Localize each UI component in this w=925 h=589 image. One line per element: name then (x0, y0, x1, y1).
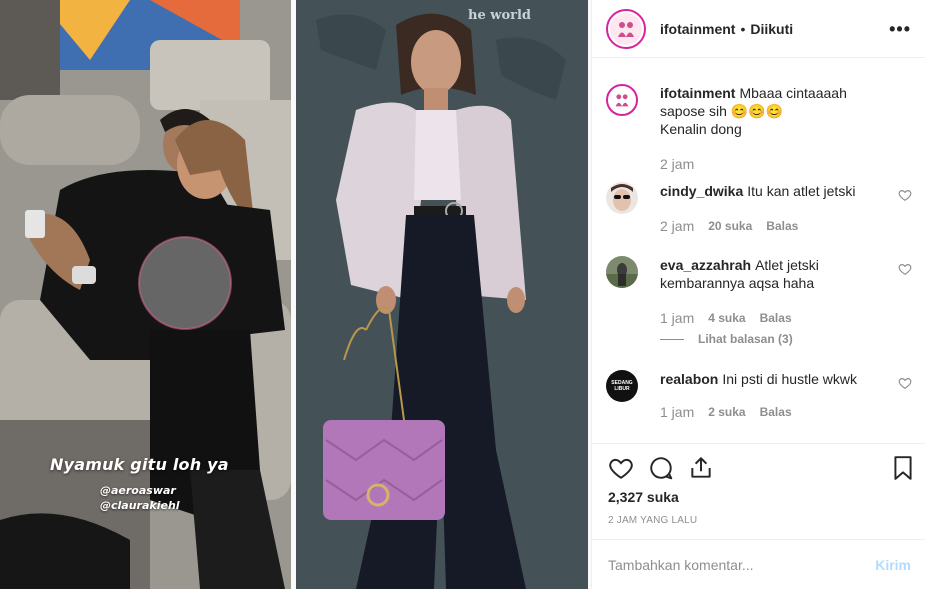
post-header: ifotainment • Diikuti ••• (592, 0, 925, 58)
like-comment-heart-icon[interactable] (898, 262, 912, 276)
reply-button[interactable]: Balas (760, 311, 792, 325)
like-comment-heart-icon[interactable] (898, 376, 912, 390)
comment-time[interactable]: 2 jam (660, 218, 694, 234)
commenter-photo (606, 182, 638, 214)
comment-body: cindy_dwika Itu kan atlet jetski (660, 182, 885, 200)
view-replies-label: Lihat balasan (3) (698, 332, 793, 346)
post-side-panel: ifotainment • Diikuti ••• ifotainment Mba… (592, 0, 925, 589)
comment-bubble-icon[interactable] (648, 455, 674, 481)
story-tag-aeroaswar: @aeroaswar (100, 484, 176, 497)
replies-divider-line (660, 338, 684, 340)
comments-list[interactable]: ifotainment Mbaaa cintaaaah sapose sih 😊😊… (592, 70, 925, 440)
header-separator: • (740, 20, 746, 37)
mural-text: he world (468, 8, 531, 23)
like-comment-heart-icon[interactable] (898, 188, 912, 202)
commenter-avatar-text: SEDANG LIBUR (611, 380, 633, 392)
story-caption: Nyamuk gitu loh ya (50, 455, 229, 474)
woman-portrait-photo (296, 0, 588, 589)
caption-text-line2: Kenalin dong (660, 121, 742, 137)
photo-left-story: Nyamuk gitu loh ya @aeroaswar @claurakie… (0, 0, 291, 589)
likes-count[interactable]: 2,327 suka (608, 489, 679, 505)
reply-button[interactable]: Balas (766, 219, 798, 233)
actions-divider (592, 443, 925, 444)
comment-body: eva_azzahrah Atlet jetski kembarannya aqs… (660, 256, 885, 292)
author-username[interactable]: ifotainment (660, 21, 735, 37)
reply-button[interactable]: Balas (760, 405, 792, 419)
comment-meta: 1 jam 2 suka Balas (660, 404, 806, 420)
comment-time[interactable]: 1 jam (660, 310, 694, 326)
comment-meta: 2 jam 20 suka Balas (660, 218, 812, 234)
post-comment-button[interactable]: Kirim (875, 557, 911, 573)
photo-right-portrait (296, 0, 588, 589)
comment-username[interactable]: eva_azzahrah (660, 257, 751, 273)
share-icon[interactable] (688, 455, 714, 481)
girls-logo-icon (615, 94, 629, 107)
caption-time[interactable]: 2 jam (660, 156, 694, 172)
caption-body: ifotainment Mbaaa cintaaaah sapose sih 😊😊… (660, 84, 885, 138)
comment-likes[interactable]: 4 suka (708, 311, 745, 325)
comment-meta: 1 jam 4 suka Balas (660, 310, 806, 326)
commenter-avatar[interactable] (606, 182, 638, 214)
comment-body: realabon Ini psti di hustle wkwk (660, 370, 885, 388)
commenter-avatar[interactable]: SEDANG LIBUR (606, 370, 638, 402)
comment-username[interactable]: realabon (660, 371, 718, 387)
caption-avatar[interactable] (606, 84, 638, 116)
view-replies-button[interactable]: Lihat balasan (3) (660, 332, 793, 346)
comment-time[interactable]: 1 jam (660, 404, 694, 420)
comment-text: Ini psti di hustle wkwk (722, 371, 857, 387)
comment-text: Itu kan atlet jetski (747, 183, 856, 199)
ifotainment-logo-icon (610, 12, 642, 45)
author-avatar[interactable] (606, 8, 646, 49)
commenter-avatar[interactable] (606, 256, 638, 288)
girls-logo-icon (618, 21, 634, 37)
bookmark-icon[interactable] (890, 455, 916, 481)
comment-likes[interactable]: 2 suka (708, 405, 745, 419)
follow-status-button[interactable]: Diikuti (750, 21, 793, 37)
comment-username[interactable]: cindy_dwika (660, 183, 743, 199)
comment-input[interactable] (608, 556, 876, 573)
comment-form: Kirim (592, 539, 925, 589)
post-photo-area[interactable]: Nyamuk gitu loh ya @aeroaswar @claurakie… (0, 0, 592, 589)
more-options-icon[interactable]: ••• (889, 19, 911, 40)
caption-username[interactable]: ifotainment (660, 85, 735, 101)
comment-likes[interactable]: 20 suka (708, 219, 752, 233)
like-heart-icon[interactable] (608, 455, 634, 481)
commenter-photo (606, 256, 638, 288)
caption-meta: 2 jam (660, 156, 708, 172)
post-timestamp[interactable]: 2 JAM YANG LALU (608, 515, 697, 526)
story-tag-claurakiehl: @claurakiehl (100, 499, 180, 512)
